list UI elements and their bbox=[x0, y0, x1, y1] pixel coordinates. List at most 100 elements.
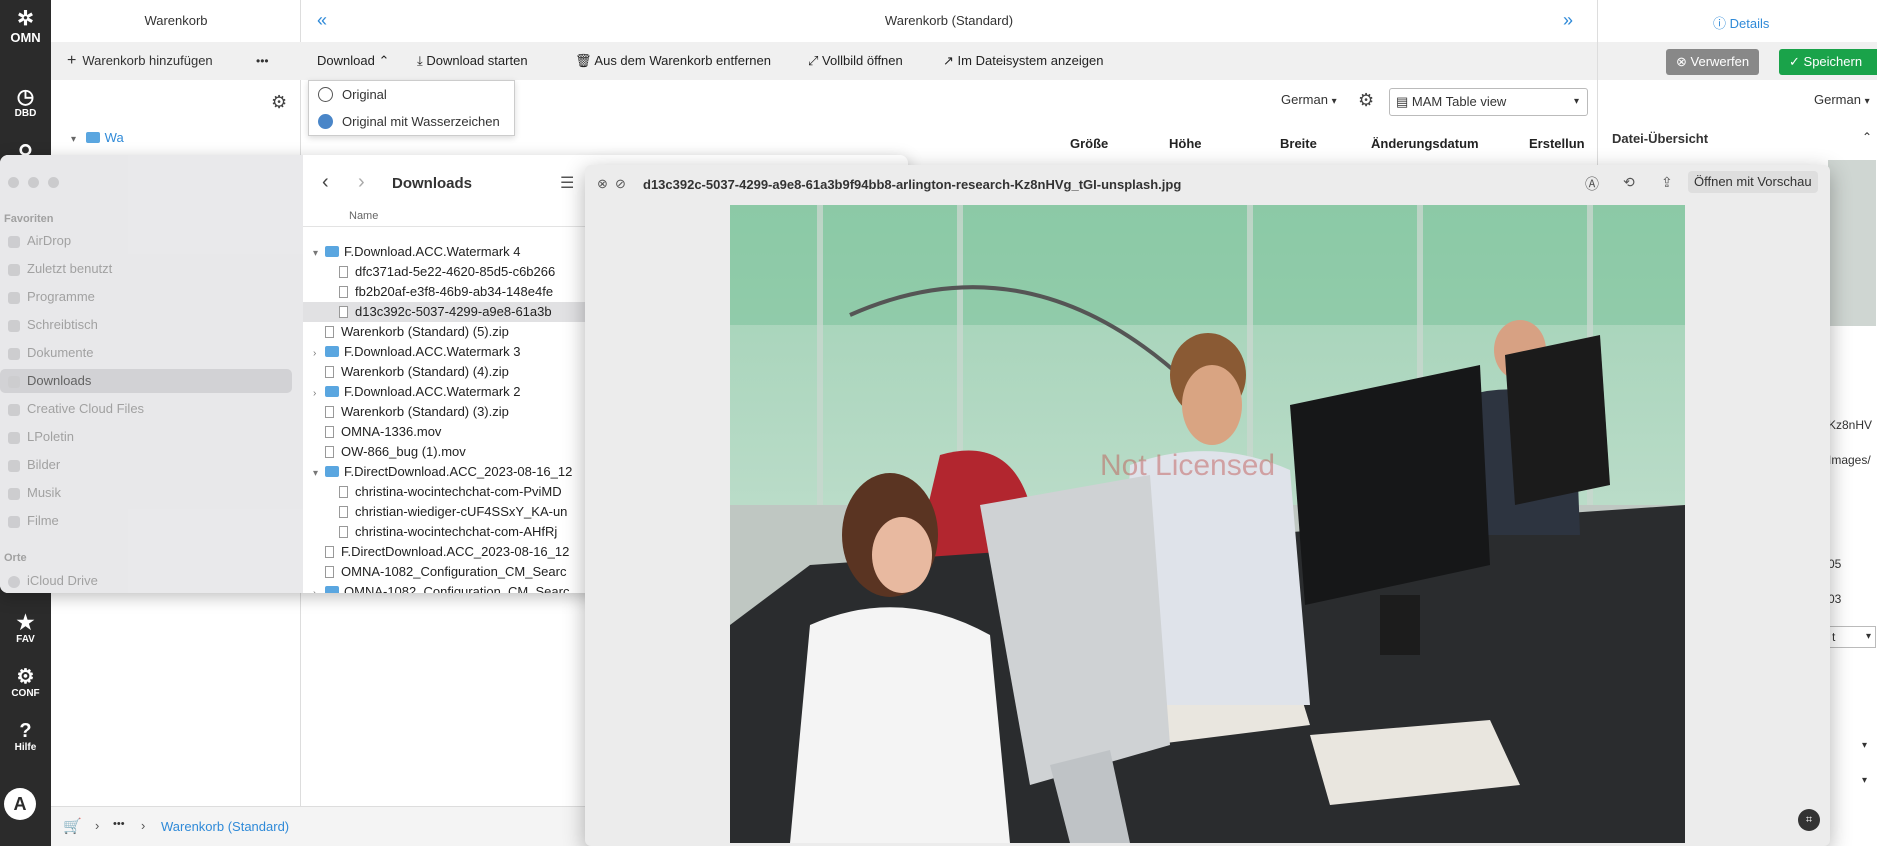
live-text-icon[interactable]: ⌗ bbox=[1798, 809, 1820, 831]
share-icon[interactable]: ⇪ bbox=[1661, 174, 1673, 191]
download-start-button[interactable]: ⤓ Download starten bbox=[417, 42, 528, 80]
folder-row[interactable]: › OMNA-1082_Configuration_CM_Searc bbox=[303, 582, 593, 593]
file-row[interactable]: fb2b20af-e3f8-46b9-ab34-148e4fe bbox=[303, 282, 593, 302]
language-select[interactable]: German ▾ bbox=[1281, 92, 1337, 107]
rail-conf[interactable]: ⚙ CONF bbox=[0, 666, 51, 699]
fullscreen-button[interactable]: ⤢ Vollbild öffnen bbox=[808, 42, 903, 80]
cart-more-button[interactable]: ••• bbox=[256, 42, 269, 80]
zoom-dot-icon[interactable] bbox=[48, 177, 59, 188]
chevron-right-icon[interactable]: › bbox=[313, 384, 325, 402]
cart-tree-item[interactable]: ▾ Wa bbox=[71, 130, 124, 145]
chevron-up-icon[interactable]: ⌃ bbox=[1862, 130, 1872, 144]
minimize-dot-icon[interactable] bbox=[28, 177, 39, 188]
folder-row[interactable]: ▾ F.Download.ACC.Watermark 4 bbox=[303, 242, 593, 262]
remove-from-cart-button[interactable]: 🗑 Aus dem Warenkorb entfernen bbox=[575, 42, 771, 80]
breadcrumb-current[interactable]: Warenkorb (Standard) bbox=[161, 819, 289, 834]
file-row[interactable]: OMNA-1336.mov bbox=[303, 422, 593, 442]
sidebar-item-downloads[interactable]: Downloads bbox=[27, 373, 91, 388]
file-row[interactable]: christian-wiediger-cUF4SSxY_KA-un bbox=[303, 502, 593, 522]
show-in-filesystem-button[interactable]: ↗ Im Dateisystem anzeigen bbox=[943, 42, 1103, 80]
avatar[interactable]: A bbox=[4, 788, 36, 820]
details-language-select[interactable]: German ▾ bbox=[1814, 92, 1870, 107]
details-toolbar: ⊗ Verwerfen ✓ Speichern bbox=[1598, 42, 1877, 80]
folder-icon bbox=[325, 586, 339, 593]
rotate-icon[interactable]: ⟲ bbox=[1623, 174, 1635, 191]
cart-settings-icon[interactable]: ⚙ bbox=[271, 92, 287, 113]
sidebar-item-lpoletin[interactable]: LPoletin bbox=[27, 429, 74, 444]
cart-icon[interactable]: 🛒 bbox=[63, 817, 82, 835]
file-row[interactable]: christina-wocintechchat-com-PviMD bbox=[303, 482, 593, 502]
add-cart-button[interactable]: + Warenkorb hinzufügen bbox=[67, 42, 213, 80]
close-dot-icon[interactable] bbox=[8, 177, 19, 188]
sidebar-item-filme[interactable]: Filme bbox=[27, 513, 59, 528]
file-row[interactable]: Warenkorb (Standard) (5).zip bbox=[303, 322, 593, 342]
main-toolbar: Download ⌃ ⤓ Download starten 🗑 Aus dem … bbox=[301, 42, 1597, 80]
col-hoehe[interactable]: Höhe bbox=[1169, 136, 1202, 151]
col-aenderungsdatum[interactable]: Änderungsdatum bbox=[1371, 136, 1479, 151]
list-view-icon[interactable]: ☰ bbox=[560, 173, 574, 193]
back-button[interactable]: ‹ bbox=[322, 171, 329, 194]
view-select[interactable]: ▤ MAM Table view ▾ bbox=[1389, 88, 1588, 116]
col-erstellung[interactable]: Erstellun bbox=[1529, 136, 1585, 151]
detail-fragment-3: 05 bbox=[1828, 557, 1842, 571]
chevron-down-icon[interactable]: ▾ bbox=[1862, 740, 1867, 751]
detail-select[interactable]: t ▾ bbox=[1828, 626, 1876, 648]
file-row[interactable]: F.DirectDownload.ACC_2023-08-16_12 bbox=[303, 542, 593, 562]
view-settings-icon[interactable]: ⚙ bbox=[1358, 90, 1374, 111]
sidebar-item-dokumente[interactable]: Dokumente bbox=[27, 345, 93, 360]
downloads-icon bbox=[8, 376, 20, 388]
sidebar-item-schreibtisch[interactable]: Schreibtisch bbox=[27, 317, 98, 332]
chevron-right-icon[interactable]: › bbox=[313, 584, 325, 593]
chevron-down-icon[interactable]: ▾ bbox=[313, 244, 325, 262]
file-row[interactable]: Warenkorb (Standard) (4).zip bbox=[303, 362, 593, 382]
file-row[interactable]: OW-866_bug (1).mov bbox=[303, 442, 593, 462]
cart-title: Warenkorb bbox=[144, 13, 208, 28]
column-name-label[interactable]: Name bbox=[349, 210, 378, 222]
save-label: Speichern bbox=[1803, 54, 1863, 69]
file-row[interactable]: dfc371ad-5e22-4620-85d5-c6b266 bbox=[303, 262, 593, 282]
folder-row[interactable]: › F.Download.ACC.Watermark 3 bbox=[303, 342, 593, 362]
file-row[interactable]: christina-wocintechchat-com-AHfRj bbox=[303, 522, 593, 542]
overview-heading[interactable]: Datei-Übersicht bbox=[1612, 131, 1708, 146]
markup-icon[interactable]: Ⓐ bbox=[1585, 174, 1599, 194]
rail-dbd-label: DBD bbox=[14, 108, 37, 119]
sidebar-item-icloud[interactable]: iCloud Drive bbox=[27, 573, 98, 588]
dashboard-icon: ◷ bbox=[16, 86, 35, 108]
folder-row[interactable]: › F.Download.ACC.Watermark 2 bbox=[303, 382, 593, 402]
chevron-down-icon[interactable]: ▾ bbox=[1862, 775, 1867, 786]
collapse-right-button[interactable]: » bbox=[1563, 10, 1573, 31]
file-name: christian-wiediger-cUF4SSxY_KA-un bbox=[355, 504, 568, 519]
forward-button[interactable]: › bbox=[358, 171, 365, 194]
save-button[interactable]: ✓ Speichern bbox=[1779, 49, 1877, 75]
col-breite[interactable]: Breite bbox=[1280, 136, 1317, 151]
file-row[interactable]: d13c392c-5037-4299-a9e8-61a3b bbox=[303, 302, 593, 322]
document-icon bbox=[325, 566, 334, 578]
close-icon[interactable]: ⊗ bbox=[597, 176, 608, 192]
option-watermark[interactable]: Original mit Wasserzeichen bbox=[309, 108, 514, 135]
file-row[interactable]: Warenkorb (Standard) (3).zip bbox=[303, 402, 593, 422]
chevron-down-icon[interactable]: ▾ bbox=[313, 464, 325, 482]
cloud-icon bbox=[8, 576, 20, 588]
lpoletin-icon bbox=[8, 432, 20, 444]
sidebar-item-creative-cloud-files[interactable]: Creative Cloud Files bbox=[27, 401, 144, 416]
rail-help[interactable]: ? Hilfe bbox=[0, 720, 51, 753]
sidebar-item-airdrop[interactable]: AirDrop bbox=[27, 233, 71, 248]
discard-button[interactable]: ⊗ Verwerfen bbox=[1666, 49, 1760, 75]
sidebar-item-musik[interactable]: Musik bbox=[27, 485, 61, 500]
rail-fav[interactable]: ★ FAV bbox=[0, 612, 51, 645]
fullscreen-icon[interactable]: ⊘ bbox=[615, 176, 626, 192]
rail-dbd[interactable]: ◷ DBD bbox=[0, 86, 51, 119]
option-original[interactable]: Original bbox=[309, 81, 514, 108]
file-row[interactable]: OMNA-1082_Configuration_CM_Searc bbox=[303, 562, 593, 582]
folder-row[interactable]: ▾ F.DirectDownload.ACC_2023-08-16_12 bbox=[303, 462, 593, 482]
open-with-preview-button[interactable]: Öffnen mit Vorschau bbox=[1688, 171, 1818, 193]
chevron-right-icon[interactable]: › bbox=[313, 344, 325, 362]
breadcrumb-more[interactable]: ••• bbox=[113, 818, 125, 830]
omn-logo[interactable]: ✲ OMN bbox=[0, 8, 51, 45]
sidebar-item-zuletzt-benutzt[interactable]: Zuletzt benutzt bbox=[27, 261, 112, 276]
col-groesse[interactable]: Größe bbox=[1070, 136, 1108, 151]
sidebar-item-programme[interactable]: Programme bbox=[27, 289, 95, 304]
places-heading: Orte bbox=[4, 552, 27, 564]
sidebar-item-bilder[interactable]: Bilder bbox=[27, 457, 60, 472]
download-menu-button[interactable]: Download ⌃ bbox=[317, 42, 389, 80]
